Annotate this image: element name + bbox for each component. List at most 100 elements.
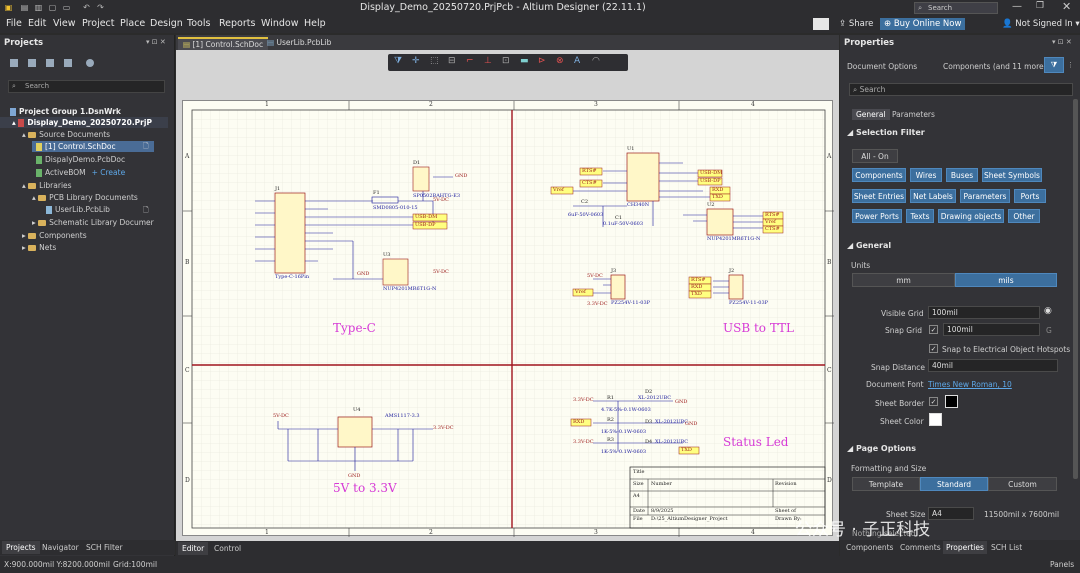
compile-icon[interactable]	[28, 59, 36, 67]
tree-control-schdoc[interactable]: [1] Control.SchDoc	[36, 142, 116, 151]
open-icon[interactable]: ▢	[48, 3, 57, 12]
sheet-symbol-icon[interactable]: ▬	[520, 56, 529, 66]
menu-file[interactable]: File	[6, 18, 22, 29]
filter-components[interactable]: Components	[852, 168, 906, 182]
document-font-link[interactable]: Times New Roman, 10	[928, 380, 1012, 389]
tab-sch-filter[interactable]: SCH Filter	[86, 543, 123, 552]
tree-source-documents[interactable]: ▴ Source Documents	[22, 130, 110, 139]
more-options-icon[interactable]: ⋮	[1067, 61, 1074, 69]
filter-power-ports[interactable]: Power Ports	[852, 209, 902, 223]
tab-properties[interactable]: Properties	[943, 541, 987, 554]
filter-buses[interactable]: Buses	[946, 168, 978, 182]
undo-icon[interactable]: ↶	[82, 3, 91, 12]
align-icon[interactable]: ⊟	[448, 56, 456, 66]
filter-texts[interactable]: Texts	[906, 209, 934, 223]
menu-view[interactable]: View	[53, 18, 76, 29]
filter-parameters[interactable]: Parameters	[960, 189, 1010, 203]
create-link[interactable]: + Create	[92, 168, 126, 177]
tree-schlib-docs[interactable]: ▸ Schematic Library Documer	[32, 218, 154, 227]
redo-icon[interactable]: ↷	[96, 3, 105, 12]
tree-nets[interactable]: ▸ Nets	[22, 243, 56, 252]
panel-menu-icon[interactable]: ▾ ⊡ ✕	[1052, 38, 1072, 46]
tab-parameters[interactable]: Parameters	[892, 110, 935, 119]
tab-projects[interactable]: Projects	[2, 541, 40, 554]
save-project-icon[interactable]	[10, 59, 18, 67]
menu-help[interactable]: Help	[304, 18, 326, 29]
page-custom-tab[interactable]: Custom	[988, 477, 1057, 491]
maximize-button[interactable]: ❐	[1036, 1, 1044, 11]
unit-mm[interactable]: mm	[852, 273, 955, 287]
open-project-icon[interactable]	[46, 59, 54, 67]
snap-grid-input[interactable]: 100mil	[943, 323, 1040, 336]
properties-search[interactable]: ⌕ Search	[849, 83, 1073, 96]
user-menu[interactable]: 👤 Not Signed In ▾	[1002, 19, 1080, 29]
menu-tools[interactable]: Tools	[187, 18, 210, 29]
filter-icon[interactable]: ⧩	[394, 56, 402, 66]
tree-project[interactable]: ▴ Display_Demo_20250720.PrjP	[12, 118, 152, 127]
menu-window[interactable]: Window	[261, 18, 298, 29]
filter-other[interactable]: Other	[1008, 209, 1040, 223]
search-box[interactable]: ⌕ Search	[914, 2, 998, 14]
folder-icon[interactable]: ▭	[62, 3, 71, 12]
directive-icon[interactable]: ⊗	[556, 56, 564, 66]
power-port-icon[interactable]: ⊥	[484, 56, 492, 66]
page-options-title[interactable]: ◢ Page Options	[847, 444, 916, 453]
unit-mils[interactable]: mils	[955, 273, 1057, 287]
sheet-border-checkbox[interactable]: ✓	[929, 397, 938, 406]
tab-userlib[interactable]: ▤ UserLib.PcbLib	[262, 37, 336, 50]
share-button[interactable]: ⇪ Share	[839, 19, 873, 29]
tab-editor[interactable]: Editor	[178, 542, 209, 555]
filter-sheet-symbols[interactable]: Sheet Symbols	[982, 168, 1042, 182]
tree-pcb-library-docs[interactable]: ▴ PCB Library Documents	[32, 193, 138, 202]
tab-components[interactable]: Components	[846, 543, 893, 552]
eye-icon[interactable]: ◉	[1044, 306, 1052, 316]
component-icon[interactable]: ⊡	[502, 56, 510, 66]
filter-sheet-entries[interactable]: Sheet Entries	[852, 189, 906, 203]
tab-sch-list[interactable]: SCH List	[991, 543, 1022, 552]
filter-net-labels[interactable]: Net Labels	[910, 189, 956, 203]
tree-userlib[interactable]: UserLib.PcbLib	[46, 205, 110, 214]
sheet-color-swatch[interactable]	[929, 413, 942, 426]
menu-design[interactable]: Design	[150, 18, 183, 29]
filter-drawing-objects[interactable]: Drawing objects	[938, 209, 1004, 223]
tab-comments[interactable]: Comments	[900, 543, 941, 552]
tree-project-group[interactable]: Project Group 1.DsnWrk	[10, 107, 121, 116]
page-template-tab[interactable]: Template	[852, 477, 920, 491]
menu-place[interactable]: Place	[120, 18, 145, 29]
menu-project[interactable]: Project	[82, 18, 115, 29]
snap-grid-checkbox[interactable]: ✓	[929, 325, 938, 334]
tree-pcbdoc[interactable]: DispalyDemo.PcbDoc	[36, 155, 125, 164]
sheet-size-select[interactable]: A4	[928, 507, 974, 520]
tree-components[interactable]: ▸ Components	[22, 231, 87, 240]
page-standard-tab[interactable]: Standard	[920, 477, 988, 491]
tab-control-schdoc[interactable]: ▤ [1] Control.SchDoc	[178, 37, 269, 50]
port-icon[interactable]: ⊳	[538, 56, 546, 66]
tree-activebom[interactable]: ActiveBOM + Create	[36, 168, 125, 177]
close-button[interactable]: ✕	[1062, 0, 1071, 13]
snap-distance-input[interactable]: 40mil	[928, 359, 1058, 372]
buy-online-button[interactable]: ⊕ Buy Online Now	[880, 18, 966, 30]
panel-menu-icon[interactable]: ▾ ⊡ ✕	[146, 38, 166, 46]
settings-icon[interactable]	[86, 59, 94, 67]
visible-grid-input[interactable]: 100mil	[928, 306, 1040, 319]
schematic-canvas[interactable]: ⧩ ✛ ⬚ ⊟ ⌐ ⊥ ⊡ ▬ ⊳ ⊗ A ◠ 1 2 3 4 1 2 3 4 …	[176, 50, 839, 541]
text-icon[interactable]: A	[574, 56, 580, 66]
snap-electrical-checkbox[interactable]: ✓	[929, 344, 938, 353]
menu-edit[interactable]: Edit	[28, 18, 46, 29]
panels-button[interactable]: Panels	[1050, 560, 1074, 569]
tree-libraries[interactable]: ▴ Libraries	[22, 181, 72, 190]
selection-filter-title[interactable]: ◢ Selection Filter	[847, 128, 925, 137]
wire-icon[interactable]: ⌐	[466, 56, 474, 66]
save-icon[interactable]: ▤	[20, 3, 29, 12]
save-all-icon[interactable]: ▥	[34, 3, 43, 12]
chat-icon[interactable]	[813, 18, 829, 30]
tab-control[interactable]: Control	[214, 544, 241, 553]
filter-wires[interactable]: Wires	[910, 168, 942, 182]
properties-scrollbar[interactable]	[1073, 99, 1078, 479]
minimize-button[interactable]: —	[1012, 1, 1022, 12]
general-section-title[interactable]: ◢ General	[847, 241, 891, 250]
tab-navigator[interactable]: Navigator	[42, 543, 79, 552]
tab-general[interactable]: General	[852, 109, 890, 120]
move-icon[interactable]: ✛	[412, 56, 420, 66]
select-icon[interactable]: ⬚	[430, 56, 439, 66]
